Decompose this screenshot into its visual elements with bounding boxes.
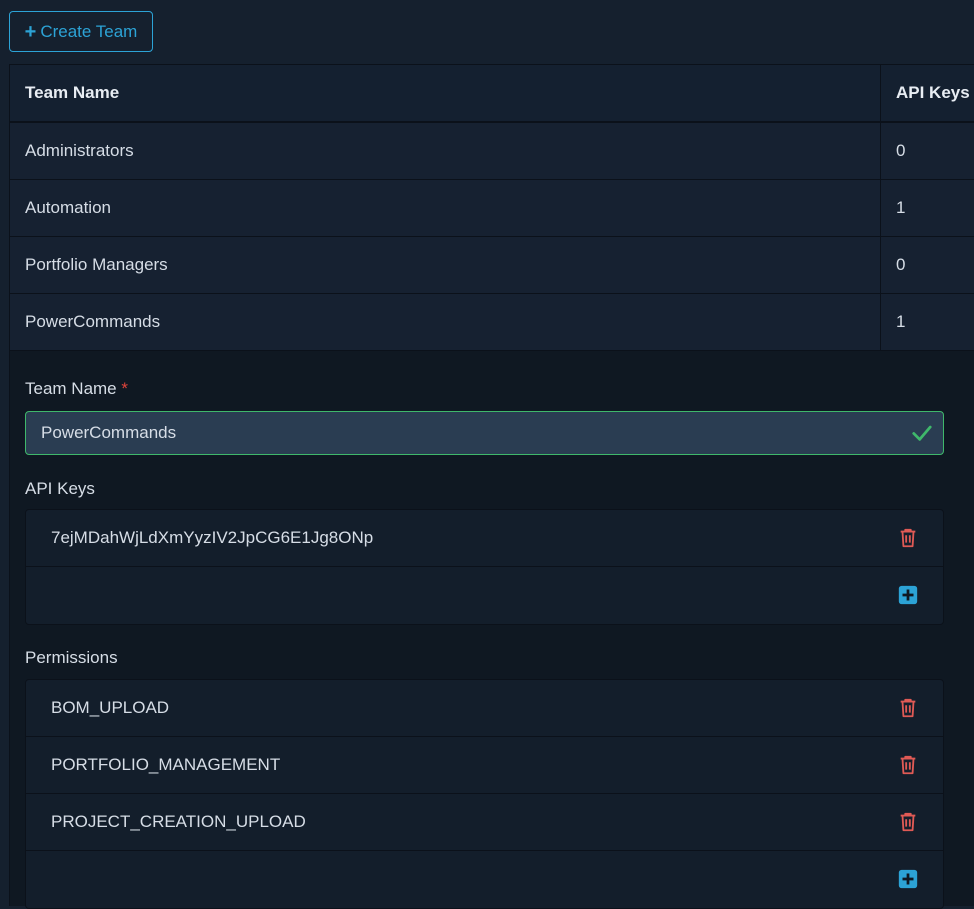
api-keys-label: API Keys xyxy=(25,479,95,498)
required-marker: * xyxy=(121,379,128,398)
api-keys-list: 7ejMDahWjLdXmYyzIV2JpCG6E1Jg8ONp xyxy=(25,509,944,625)
table-row[interactable]: PowerCommands 1 xyxy=(10,294,974,351)
permission-item: PORTFOLIO_MANAGEMENT xyxy=(26,737,943,794)
table-header: Team Name API Keys xyxy=(10,65,974,123)
team-name-cell: PowerCommands xyxy=(10,294,881,350)
add-permission-row xyxy=(26,851,943,908)
api-keys-count-cell: 1 xyxy=(896,198,906,217)
trash-icon[interactable] xyxy=(897,527,919,549)
api-key-value: 7ejMDahWjLdXmYyzIV2JpCG6E1Jg8ONp xyxy=(51,528,374,547)
team-name-label-text: Team Name xyxy=(25,379,117,398)
teams-table: Team Name API Keys Administrators 0 Auto… xyxy=(9,64,974,351)
team-detail-panel: Team Name * PowerCommands API Keys 7ejMD… xyxy=(9,351,974,909)
plus-square-icon[interactable] xyxy=(897,584,919,606)
trash-icon[interactable] xyxy=(897,811,919,833)
table-row[interactable]: Administrators 0 xyxy=(10,123,974,180)
create-team-button[interactable]: + Create Team xyxy=(9,11,153,52)
permission-name: PROJECT_CREATION_UPLOAD xyxy=(51,812,306,831)
team-name-label: Team Name * xyxy=(25,379,128,399)
plus-square-icon[interactable] xyxy=(897,868,919,890)
trash-icon[interactable] xyxy=(897,697,919,719)
column-header-team-name[interactable]: Team Name xyxy=(10,65,881,121)
api-keys-count-cell: 0 xyxy=(896,255,906,274)
permission-name: BOM_UPLOAD xyxy=(51,698,170,717)
trash-icon[interactable] xyxy=(897,754,919,776)
check-icon xyxy=(912,425,932,441)
create-team-label: Create Team xyxy=(40,21,138,41)
permissions-label: Permissions xyxy=(25,648,118,667)
plus-icon: + xyxy=(24,20,37,43)
team-name-cell: Portfolio Managers xyxy=(10,237,881,293)
table-row[interactable]: Portfolio Managers 0 xyxy=(10,237,974,294)
add-api-key-row xyxy=(26,567,943,624)
api-keys-count-cell: 1 xyxy=(896,312,906,331)
table-row[interactable]: Automation 1 xyxy=(10,180,974,237)
column-header-api-keys[interactable]: API Keys xyxy=(881,65,974,121)
team-name-cell: Administrators xyxy=(10,123,881,179)
permission-name: PORTFOLIO_MANAGEMENT xyxy=(51,755,281,774)
api-keys-count-cell: 0 xyxy=(896,141,906,160)
team-name-cell: Automation xyxy=(10,180,881,236)
team-name-input-value: PowerCommands xyxy=(41,423,177,442)
permissions-list: BOM_UPLOAD PORTFOLIO_MANAGEMENT PROJECT_… xyxy=(25,679,944,909)
permission-item: BOM_UPLOAD xyxy=(26,680,943,737)
team-name-input[interactable]: PowerCommands xyxy=(25,411,944,455)
permission-item: PROJECT_CREATION_UPLOAD xyxy=(26,794,943,851)
api-key-item: 7ejMDahWjLdXmYyzIV2JpCG6E1Jg8ONp xyxy=(26,510,943,567)
